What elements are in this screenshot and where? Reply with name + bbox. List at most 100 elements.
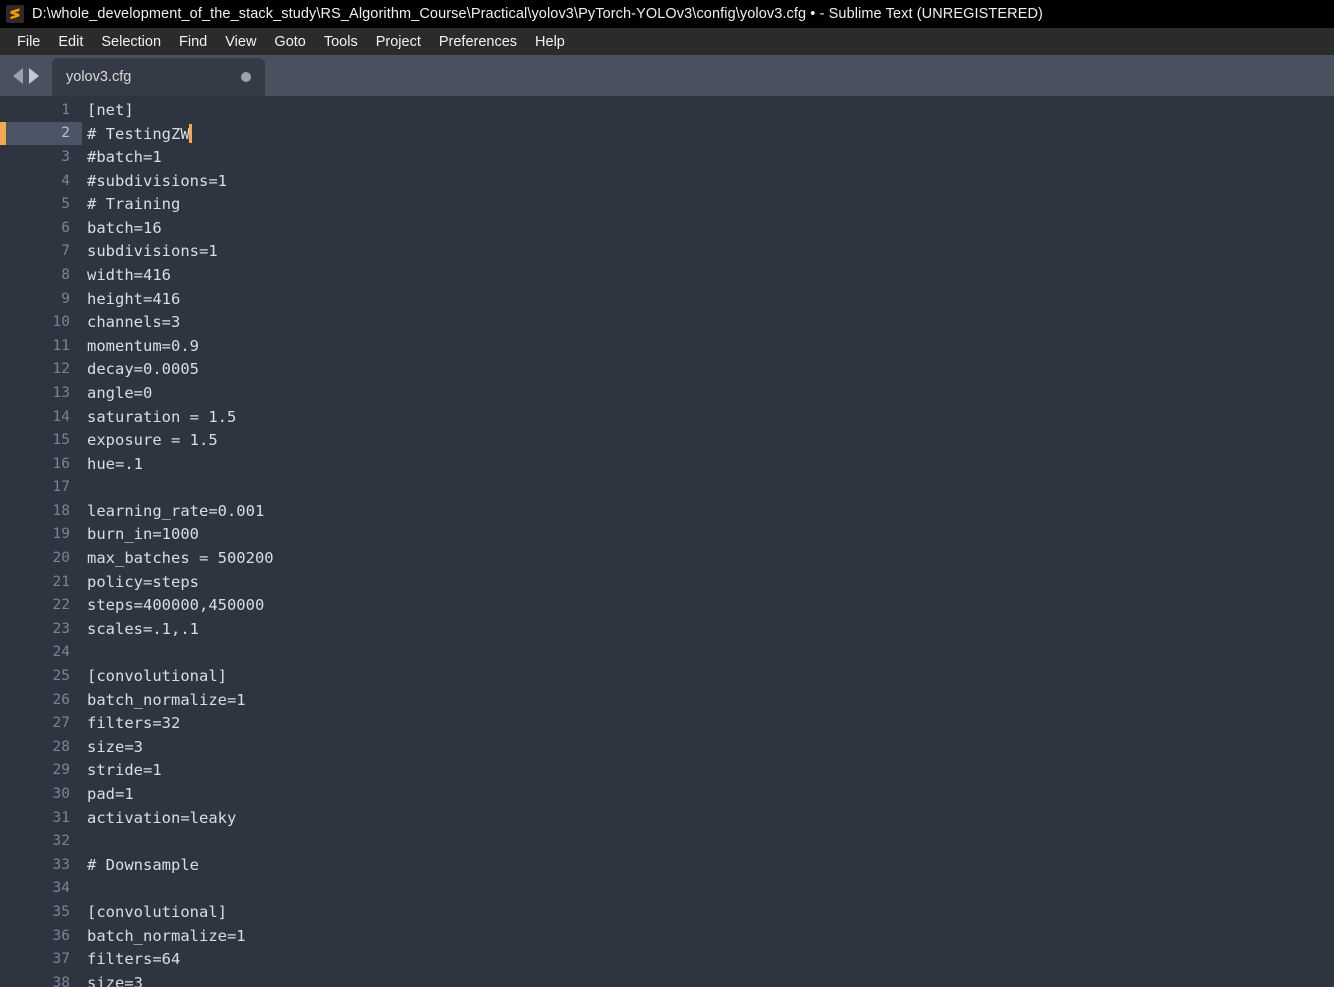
- code-text[interactable]: [net]: [87, 101, 134, 119]
- code-line[interactable]: 37 filters=64: [0, 947, 1334, 971]
- code-line[interactable]: 26 batch_normalize=1: [0, 688, 1334, 712]
- menu-item-edit[interactable]: Edit: [49, 32, 92, 52]
- code-text[interactable]: max_batches = 500200: [87, 549, 274, 567]
- code-line[interactable]: 11 momentum=0.9: [0, 334, 1334, 358]
- code-line[interactable]: 38 size=3: [0, 971, 1334, 987]
- tab-yolov3-cfg[interactable]: yolov3.cfg: [52, 58, 265, 96]
- code-text[interactable]: pad=1: [87, 785, 134, 803]
- code-line[interactable]: 17: [0, 476, 1334, 500]
- code-line[interactable]: 36 batch_normalize=1: [0, 924, 1334, 948]
- code-line[interactable]: 22 steps=400000,450000: [0, 593, 1334, 617]
- code-text[interactable]: [convolutional]: [87, 667, 227, 685]
- menu-item-help[interactable]: Help: [526, 32, 574, 52]
- code-line[interactable]: 13 angle=0: [0, 381, 1334, 405]
- code-line[interactable]: 33 # Downsample: [0, 853, 1334, 877]
- code-line[interactable]: 20 max_batches = 500200: [0, 546, 1334, 570]
- code-line[interactable]: 21 policy=steps: [0, 570, 1334, 594]
- code-text[interactable]: #subdivisions=1: [87, 172, 227, 190]
- menu-item-goto[interactable]: Goto: [265, 32, 314, 52]
- tab-prev-arrow-icon[interactable]: [13, 67, 23, 84]
- code-line[interactable]: 19 burn_in=1000: [0, 523, 1334, 547]
- tab-next-arrow-icon[interactable]: [29, 67, 39, 84]
- code-text[interactable]: activation=leaky: [87, 809, 236, 827]
- code-text-content: # Downsample: [87, 855, 199, 874]
- code-text[interactable]: channels=3: [87, 313, 180, 331]
- code-line[interactable]: 18 learning_rate=0.001: [0, 499, 1334, 523]
- code-line[interactable]: 8 width=416: [0, 263, 1334, 287]
- code-text[interactable]: momentum=0.9: [87, 337, 199, 355]
- code-text[interactable]: filters=64: [87, 950, 180, 968]
- code-text[interactable]: angle=0: [87, 384, 152, 402]
- code-text[interactable]: height=416: [87, 290, 180, 308]
- code-text[interactable]: batch_normalize=1: [87, 927, 246, 945]
- code-line[interactable]: 2 # TestingZW: [0, 121, 1334, 146]
- code-text[interactable]: policy=steps: [87, 573, 199, 591]
- code-line[interactable]: 23 scales=.1,.1: [0, 617, 1334, 641]
- menu-item-find[interactable]: Find: [170, 32, 216, 52]
- code-text[interactable]: # TestingZW: [87, 123, 192, 143]
- menu-item-project[interactable]: Project: [367, 32, 430, 52]
- code-line[interactable]: 7 subdivisions=1: [0, 240, 1334, 264]
- code-text[interactable]: size=3: [87, 738, 143, 756]
- code-text[interactable]: subdivisions=1: [87, 242, 218, 260]
- menu-item-preferences[interactable]: Preferences: [430, 32, 526, 52]
- code-text[interactable]: burn_in=1000: [87, 525, 199, 543]
- code-text[interactable]: decay=0.0005: [87, 360, 199, 378]
- code-text[interactable]: exposure = 1.5: [87, 431, 218, 449]
- code-line[interactable]: 9 height=416: [0, 287, 1334, 311]
- code-text-content: [convolutional]: [87, 902, 227, 921]
- code-line[interactable]: 30 pad=1: [0, 782, 1334, 806]
- menu-item-selection[interactable]: Selection: [92, 32, 170, 52]
- code-text-content: decay=0.0005: [87, 360, 199, 379]
- menu-item-tools[interactable]: Tools: [315, 32, 367, 52]
- code-text[interactable]: filters=32: [87, 714, 180, 732]
- code-text[interactable]: steps=400000,450000: [87, 596, 264, 614]
- code-line[interactable]: 4 #subdivisions=1: [0, 169, 1334, 193]
- code-text[interactable]: batch=16: [87, 219, 162, 237]
- menu-item-view[interactable]: View: [216, 32, 265, 52]
- code-text[interactable]: saturation = 1.5: [87, 408, 236, 426]
- code-line[interactable]: 14 saturation = 1.5: [0, 405, 1334, 429]
- code-line[interactable]: 1 [net]: [0, 98, 1334, 122]
- code-text[interactable]: batch_normalize=1: [87, 691, 246, 709]
- code-line[interactable]: 16 hue=.1: [0, 452, 1334, 476]
- code-text[interactable]: size=3: [87, 974, 143, 987]
- menu-item-file[interactable]: File: [8, 32, 49, 52]
- code-line[interactable]: 15 exposure = 1.5: [0, 428, 1334, 452]
- code-text[interactable]: hue=.1: [87, 455, 143, 473]
- code-text[interactable]: # Training: [87, 195, 180, 213]
- code-line[interactable]: 31 activation=leaky: [0, 806, 1334, 830]
- line-number: 26: [52, 691, 70, 708]
- code-line[interactable]: 29 stride=1: [0, 759, 1334, 783]
- code-line[interactable]: 28 size=3: [0, 735, 1334, 759]
- code-line[interactable]: 35 [convolutional]: [0, 900, 1334, 924]
- code-text[interactable]: [convolutional]: [87, 903, 227, 921]
- code-text-content: burn_in=1000: [87, 525, 199, 544]
- code-text-content: policy=steps: [87, 572, 199, 591]
- code-line[interactable]: 34: [0, 877, 1334, 901]
- code-text-content: [net]: [87, 100, 134, 119]
- code-line[interactable]: 12 decay=0.0005: [0, 358, 1334, 382]
- code-text[interactable]: # Downsample: [87, 856, 199, 874]
- code-line[interactable]: 24: [0, 641, 1334, 665]
- code-line[interactable]: 25 [convolutional]: [0, 664, 1334, 688]
- code-line[interactable]: 27 filters=32: [0, 711, 1334, 735]
- line-number: 4: [61, 172, 70, 189]
- code-line[interactable]: 6 batch=16: [0, 216, 1334, 240]
- line-number: 24: [52, 644, 70, 661]
- code-text-content: steps=400000,450000: [87, 596, 265, 615]
- code-line[interactable]: 10 channels=3: [0, 310, 1334, 334]
- code-line[interactable]: 32: [0, 829, 1334, 853]
- code-line[interactable]: 3 #batch=1: [0, 145, 1334, 169]
- tab-dirty-dot-icon[interactable]: [241, 72, 251, 82]
- code-text[interactable]: scales=.1,.1: [87, 620, 199, 638]
- editor-pane[interactable]: 1 [net] 2 # TestingZW 3 #batch=1 4 #subdivision…: [0, 96, 1334, 987]
- code-area[interactable]: 1 [net] 2 # TestingZW 3 #batch=1 4 #subdivision…: [0, 96, 1334, 987]
- code-text[interactable]: stride=1: [87, 761, 162, 779]
- code-line[interactable]: 5 # Training: [0, 192, 1334, 216]
- code-text[interactable]: width=416: [87, 266, 171, 284]
- code-text[interactable]: #batch=1: [87, 148, 162, 166]
- line-number: 25: [52, 668, 70, 685]
- code-text[interactable]: learning_rate=0.001: [87, 502, 264, 520]
- code-text-content: saturation = 1.5: [87, 407, 237, 426]
